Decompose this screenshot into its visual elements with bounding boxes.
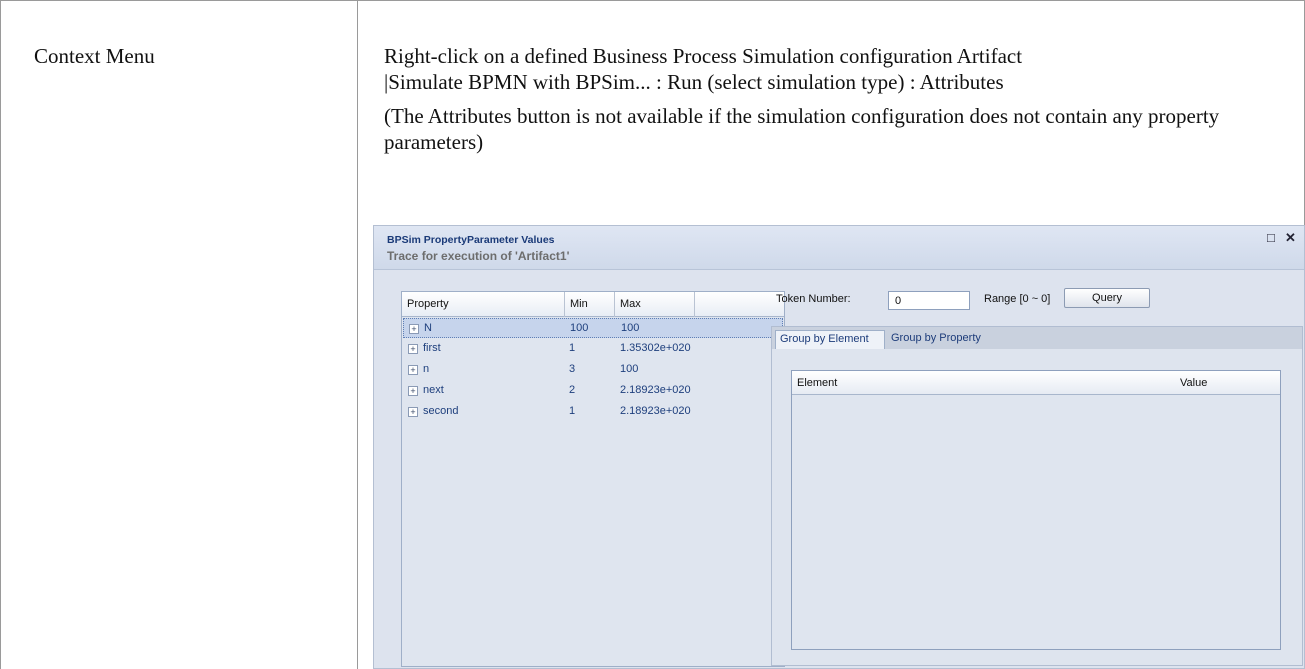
property-row[interactable]: + first 1 1.35302e+020 <box>403 339 783 359</box>
property-row[interactable]: + N 100 100 <box>403 318 783 338</box>
token-number-input[interactable]: 0 <box>888 291 970 310</box>
property-name-cell: N <box>424 322 432 334</box>
property-min-cell: 1 <box>569 405 576 417</box>
table-border-left <box>0 0 1 669</box>
property-name-cell: next <box>423 384 444 396</box>
tab-group-by-element[interactable]: Group by Element <box>775 330 885 349</box>
property-name-cell: second <box>423 405 459 417</box>
property-max-cell: 2.18923e+020 <box>620 384 691 396</box>
results-tab-area: Group by Element Group by Property Eleme… <box>771 326 1303 666</box>
table-column-divider <box>357 0 358 669</box>
maximize-icon[interactable]: □ <box>1267 230 1275 245</box>
column-header-value[interactable]: Value <box>1180 377 1207 389</box>
query-button[interactable]: Query <box>1064 288 1150 308</box>
property-name-cell: first <box>423 342 441 354</box>
expand-plus-icon[interactable]: + <box>408 386 418 396</box>
column-header-min[interactable]: Min <box>565 292 615 317</box>
token-number-label: Token Number: <box>776 293 851 305</box>
property-list-header: Property Min Max <box>402 292 784 317</box>
property-min-cell: 1 <box>569 342 576 354</box>
property-max-cell: 100 <box>621 322 640 334</box>
element-value-grid: Element Value <box>791 370 1281 650</box>
table-border-top <box>0 0 1305 1</box>
column-header-property[interactable]: Property <box>402 292 565 317</box>
property-max-cell: 2.18923e+020 <box>620 405 691 417</box>
property-list: Property Min Max + N 100 100 + first 1 1.35302e… <box>401 291 785 667</box>
instruction-line-1: Right-click on a defined Business Proces… <box>384 44 1023 68</box>
range-label: Range [0 ~ 0] <box>984 293 1051 305</box>
row-label: Context Menu <box>34 44 155 68</box>
availability-note: (The Attributes button is not available … <box>384 104 1220 154</box>
expand-plus-icon[interactable]: + <box>409 324 419 334</box>
instruction-line-2: |Simulate BPMN with BPSim... : Run (sele… <box>384 70 1004 94</box>
tab-strip: Group by Element Group by Property <box>772 327 1302 349</box>
property-row[interactable]: + next 2 2.18923e+020 <box>403 381 783 401</box>
window-title: BPSim PropertyParameter Values <box>387 234 555 246</box>
property-name-cell: n <box>423 363 430 375</box>
property-row[interactable]: + second 1 2.18923e+020 <box>403 402 783 422</box>
instruction-text: Right-click on a defined Business Proces… <box>384 43 1284 95</box>
trace-caption: Trace for execution of 'Artifact1' <box>387 249 570 263</box>
expand-plus-icon[interactable]: + <box>408 407 418 417</box>
property-max-cell: 1.35302e+020 <box>620 342 691 354</box>
property-min-cell: 100 <box>570 322 589 334</box>
property-min-cell: 3 <box>569 363 576 375</box>
expand-plus-icon[interactable]: + <box>408 365 418 375</box>
row-description: Right-click on a defined Business Proces… <box>384 43 1284 163</box>
column-header-max[interactable]: Max <box>615 292 695 317</box>
tab-group-by-property[interactable]: Group by Property <box>887 330 985 349</box>
element-grid-header: Element Value <box>792 371 1280 395</box>
close-icon[interactable]: ✕ <box>1285 230 1296 246</box>
expand-plus-icon[interactable]: + <box>408 344 418 354</box>
bpsim-parameter-window: BPSim PropertyParameter Values Trace for… <box>373 225 1305 669</box>
window-titlebar: BPSim PropertyParameter Values Trace for… <box>374 226 1304 270</box>
property-max-cell: 100 <box>620 363 639 375</box>
property-min-cell: 2 <box>569 384 576 396</box>
property-row[interactable]: + n 3 100 <box>403 360 783 380</box>
column-header-element[interactable]: Element <box>797 377 837 389</box>
